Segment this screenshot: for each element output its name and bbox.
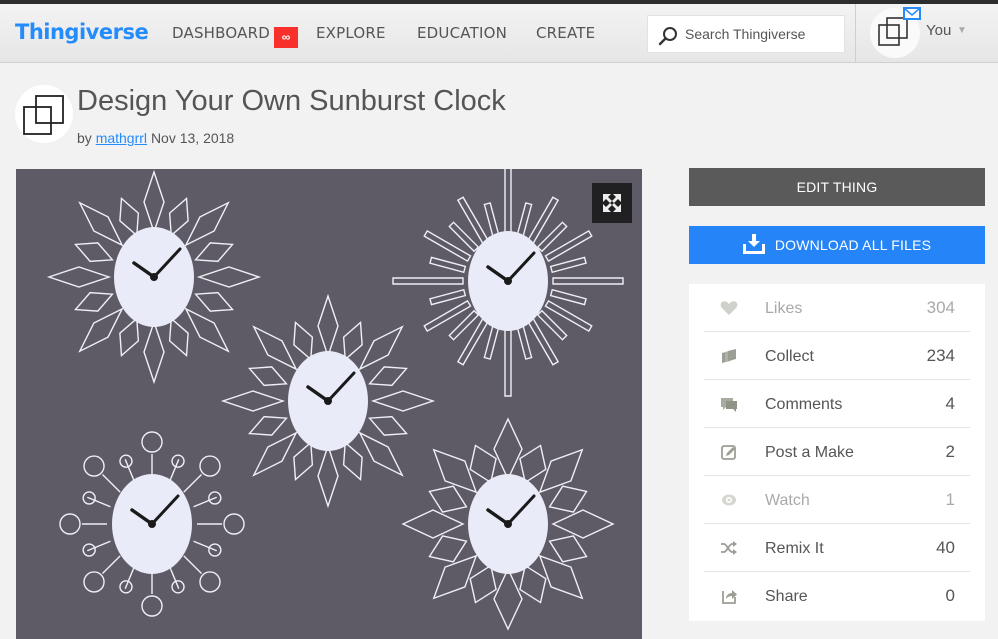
edit-thing-button[interactable]: EDIT THING (689, 168, 985, 206)
search-icon (658, 27, 677, 46)
download-all-files-button[interactable]: DOWNLOAD ALL FILES (689, 226, 985, 264)
search-input[interactable] (685, 16, 840, 52)
stat-count: 40 (936, 538, 955, 557)
nav-explore[interactable]: EXPLORE (316, 24, 386, 42)
heart-icon (720, 301, 738, 315)
author-link[interactable]: mathgrrl (96, 130, 147, 146)
download-label: DOWNLOAD ALL FILES (774, 237, 932, 253)
stat-collect[interactable]: Collect 234 (704, 332, 970, 380)
nav-create[interactable]: CREATE (536, 24, 595, 42)
clocks-illustration (46, 169, 624, 631)
byline: by mathgrrl Nov 13, 2018 (77, 130, 234, 146)
stat-label: Remix It (765, 540, 824, 557)
nav-education[interactable]: EDUCATION (417, 24, 507, 42)
publish-date: Nov 13, 2018 (150, 130, 235, 146)
share-icon (722, 590, 737, 604)
creator-avatar-logo-icon (23, 95, 64, 135)
stat-label: Share (765, 588, 808, 605)
fullscreen-button[interactable] (592, 183, 632, 223)
stat-remix[interactable]: Remix It 40 (704, 524, 970, 572)
stat-label: Likes (765, 300, 803, 317)
stat-count: 4 (945, 394, 955, 413)
clock-3 (392, 169, 624, 397)
stat-count: 234 (926, 346, 955, 365)
byline-prefix: by (77, 130, 92, 146)
stats-panel: Likes 304 Collect 234 Comments 4 Post a … (689, 284, 985, 621)
search-box[interactable] (647, 15, 845, 53)
shuffle-icon (721, 541, 737, 555)
site-logo[interactable]: Thingiverse (15, 20, 149, 44)
thing-creator-avatar[interactable] (15, 85, 73, 143)
dashboard-badge[interactable]: ∞ (274, 27, 298, 48)
stat-comments[interactable]: Comments 4 (704, 380, 970, 428)
mail-icon[interactable] (903, 7, 921, 20)
chevron-down-icon[interactable]: ▼ (957, 25, 967, 36)
stat-likes[interactable]: Likes 304 (704, 284, 970, 332)
eye-icon (722, 494, 736, 506)
download-icon (742, 234, 765, 255)
page-title: Design Your Own Sunburst Clock (77, 85, 506, 117)
comments-icon (721, 398, 737, 412)
stat-count: 0 (945, 586, 955, 605)
stat-post-a-make[interactable]: Post a Make 2 (704, 428, 970, 476)
stat-count: 2 (945, 442, 955, 461)
stat-count: 1 (945, 490, 955, 509)
clock-1 (46, 169, 262, 385)
expand-arrows-icon (603, 194, 621, 212)
nav-dashboard[interactable]: DASHBOARD (172, 24, 270, 42)
stat-share[interactable]: Share 0 (704, 572, 970, 620)
site-header: Thingiverse DASHBOARD ∞ EXPLORE EDUCATIO… (0, 4, 998, 63)
clock-4 (59, 431, 245, 617)
stat-count: 304 (926, 298, 955, 317)
thing-main-image[interactable] (16, 169, 642, 639)
post-make-icon (721, 445, 736, 460)
clock-5 (401, 417, 615, 631)
header-divider (855, 4, 856, 63)
user-menu-name[interactable]: You (926, 22, 951, 39)
clock-2 (220, 293, 436, 509)
collect-icon (722, 349, 736, 363)
stat-label: Post a Make (765, 444, 854, 461)
stat-label: Collect (765, 348, 814, 365)
stat-watch[interactable]: Watch 1 (704, 476, 970, 524)
stat-label: Watch (765, 492, 810, 509)
stat-label: Comments (765, 396, 843, 413)
